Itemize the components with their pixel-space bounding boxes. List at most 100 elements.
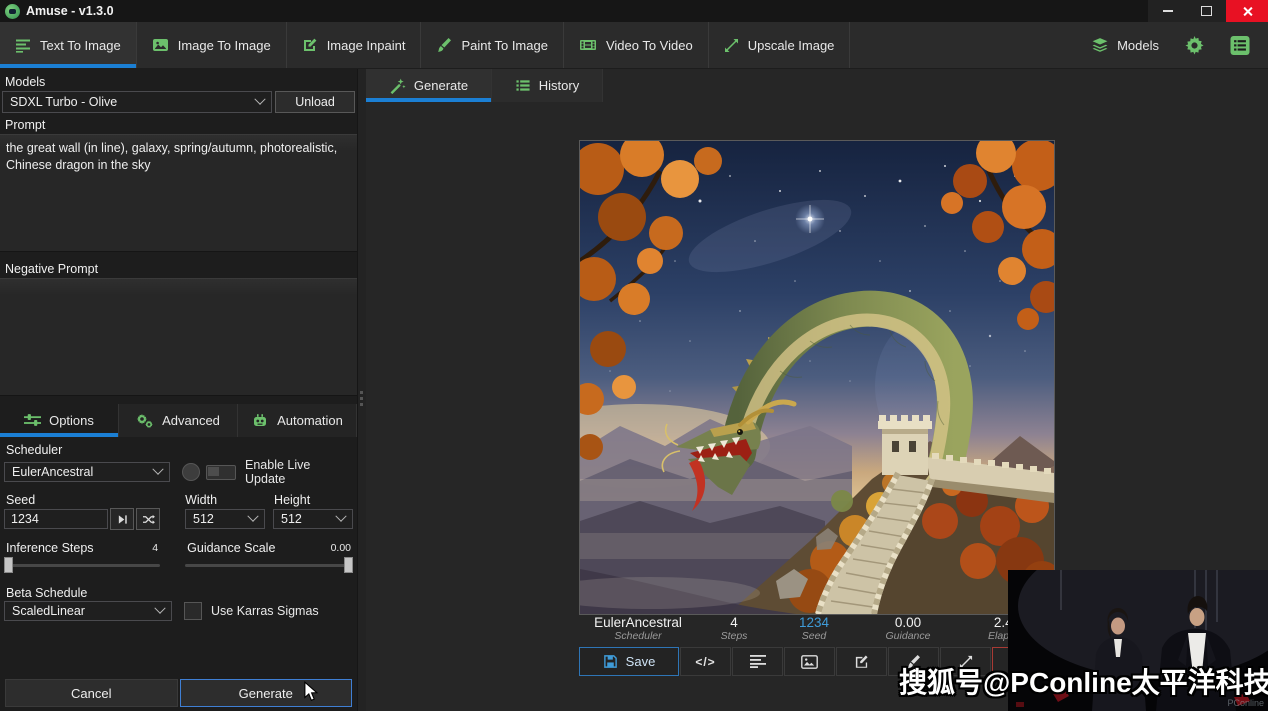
generated-image[interactable] [579, 140, 1055, 615]
metadata-button[interactable] [732, 647, 783, 676]
splitter-grip-icon [360, 391, 363, 406]
seed-next-button[interactable] [110, 508, 134, 530]
seed-label: Seed [4, 491, 158, 508]
panel-splitter[interactable] [357, 69, 366, 711]
tab-video-to-video[interactable]: Video To Video [564, 22, 709, 68]
unload-button[interactable]: Unload [275, 91, 355, 113]
live-update-indicator [182, 463, 200, 481]
left-panel: Models SDXL Turbo - Olive Unload Prompt … [0, 69, 357, 711]
tab-label: Video To Video [606, 38, 693, 53]
square-pencil-icon [854, 654, 869, 669]
negative-prompt-textarea[interactable] [0, 278, 357, 396]
tab-label: Generate [414, 78, 468, 93]
minimize-icon [1163, 10, 1173, 12]
tab-label: Image To Image [178, 38, 271, 53]
tab-label: Paint To Image [461, 38, 547, 53]
tab-upscale-image[interactable]: Upscale Image [709, 22, 851, 68]
live-update-toggle[interactable] [206, 465, 236, 480]
tab-automation[interactable]: Automation [238, 404, 357, 437]
inference-steps-label: Inference Steps [6, 541, 94, 555]
dragon-great-wall-image [580, 141, 1054, 614]
send-to-image-button[interactable] [784, 647, 835, 676]
generate-button[interactable]: Generate [180, 679, 353, 707]
models-section-label: Models [0, 73, 357, 91]
skip-next-icon [117, 514, 128, 525]
seed-random-button[interactable] [136, 508, 160, 530]
picture-icon [152, 37, 169, 53]
karras-sigmas-label: Use Karras Sigmas [211, 604, 319, 618]
film-strip-icon [579, 37, 597, 53]
prompt-textarea[interactable]: the great wall (in line), galaxy, spring… [0, 134, 357, 252]
beta-schedule-select[interactable]: ScaledLinear [4, 601, 172, 621]
chevron-down-icon [247, 511, 258, 522]
left-panel-tabs: Options Advanced Automation [0, 404, 357, 437]
guidance-scale-slider[interactable] [185, 556, 353, 574]
gears-icon [136, 413, 154, 429]
slider-thumb[interactable] [4, 557, 13, 573]
tab-text-to-image[interactable]: Text To Image [0, 22, 137, 68]
robot-icon [251, 413, 269, 429]
tab-label: Image Inpaint [327, 38, 406, 53]
floppy-disk-icon [603, 654, 618, 669]
square-pencil-icon [302, 37, 318, 53]
restore-icon [1201, 6, 1212, 16]
karras-sigmas-checkbox[interactable] [184, 602, 202, 620]
metadata-value: 0.00 [857, 615, 959, 630]
close-button[interactable] [1226, 0, 1268, 22]
beta-schedule-label: Beta Schedule [4, 584, 353, 601]
chevron-down-icon [154, 603, 165, 614]
tab-history[interactable]: History [492, 69, 603, 102]
prompt-label: Prompt [0, 116, 357, 134]
metadata-label: Guidance [857, 630, 959, 642]
tab-paint-to-image[interactable]: Paint To Image [421, 22, 563, 68]
save-button[interactable]: Save [579, 647, 679, 676]
live-update-label: Enable Live Update [245, 458, 353, 486]
copy-code-button[interactable]: </> [680, 647, 731, 676]
tab-label: History [539, 78, 579, 93]
magic-wand-icon [389, 77, 406, 94]
tab-generate[interactable]: Generate [366, 69, 492, 102]
height-select[interactable]: 512 [273, 509, 353, 529]
slider-thumb[interactable] [344, 557, 353, 573]
models-button[interactable]: Models [1083, 37, 1167, 54]
minimize-button[interactable] [1148, 0, 1187, 22]
tab-options[interactable]: Options [0, 404, 119, 437]
send-to-inpaint-button[interactable] [836, 647, 887, 676]
chevron-down-icon [254, 94, 265, 105]
metadata-steps: 4 Steps [697, 615, 771, 642]
metadata-label: Steps [697, 630, 771, 642]
scheduler-select[interactable]: EulerAncestral [4, 462, 170, 482]
settings-button[interactable] [1177, 36, 1212, 55]
text-lines-icon [15, 37, 31, 53]
metadata-guidance: 0.00 Guidance [857, 615, 959, 642]
tab-image-inpaint[interactable]: Image Inpaint [287, 22, 422, 68]
diagonal-arrows-icon [724, 38, 739, 53]
height-select-value: 512 [281, 512, 302, 526]
cancel-button[interactable]: Cancel [5, 679, 178, 707]
width-select[interactable]: 512 [185, 509, 265, 529]
scheduler-select-value: EulerAncestral [12, 465, 93, 479]
model-select[interactable]: SDXL Turbo - Olive [2, 91, 272, 113]
tab-label: Options [49, 413, 94, 428]
image-metadata: EulerAncestral Scheduler 4 Steps 1234 Se… [579, 615, 1055, 642]
shuffle-icon [142, 514, 155, 525]
gear-icon [1185, 36, 1204, 55]
models-button-label: Models [1117, 38, 1159, 53]
bullet-list-icon [515, 78, 531, 93]
chevron-down-icon [335, 511, 346, 522]
tab-image-to-image[interactable]: Image To Image [137, 22, 287, 68]
inference-steps-slider[interactable] [4, 556, 160, 574]
generate-button-label: Generate [239, 686, 293, 701]
metadata-value: EulerAncestral [579, 615, 697, 630]
seed-input[interactable] [4, 509, 108, 529]
watermark-text: 搜狐号@PConline太平洋科技 [899, 661, 1268, 701]
app-logo-icon [5, 4, 20, 19]
close-icon [1242, 6, 1253, 17]
restore-button[interactable] [1187, 0, 1226, 22]
cancel-button-label: Cancel [71, 686, 111, 701]
model-manager-button[interactable] [1222, 36, 1258, 55]
metadata-value: 1234 [771, 615, 857, 630]
tab-advanced[interactable]: Advanced [119, 404, 238, 437]
cursor-arrow-icon [303, 681, 319, 703]
guidance-scale-label: Guidance Scale [187, 541, 275, 555]
